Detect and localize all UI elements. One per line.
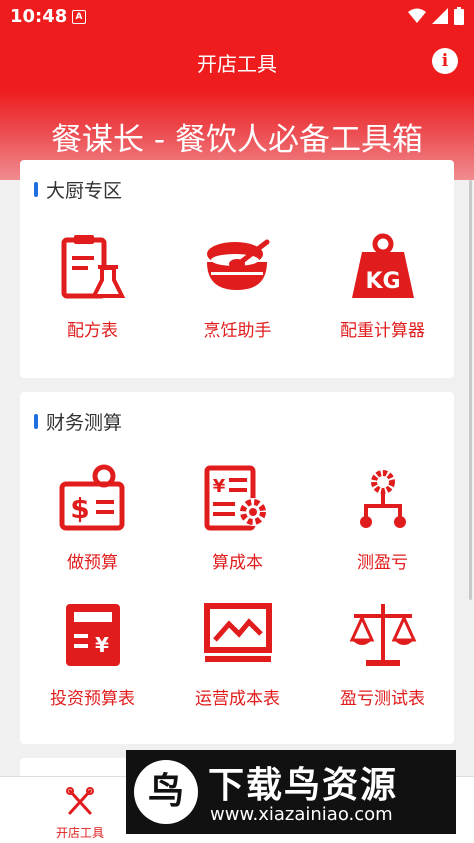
tool-weight-calculator[interactable]: KG 配重计算器: [310, 232, 455, 341]
svg-text:$: $: [70, 492, 89, 525]
status-time: 10:48: [10, 6, 68, 27]
tool-recipe[interactable]: 配方表: [20, 232, 165, 341]
status-icons: [408, 7, 464, 25]
finance-section-card: 财务测算 $ 做预算 ¥ 算成本 测盈亏 ¥ 投资预算表 运营成本表 盈亏测试表: [20, 392, 454, 744]
signal-icon: [432, 8, 448, 24]
section-accent-bar: [34, 182, 38, 197]
scrollbar[interactable]: [469, 180, 472, 600]
section-title: 财务测算: [34, 408, 122, 435]
section-accent-bar: [34, 414, 38, 429]
page-title: 开店工具: [197, 52, 277, 76]
tool-operating-cost[interactable]: 运营成本表: [165, 600, 310, 709]
tool-cooking[interactable]: 烹饪助手: [165, 232, 310, 341]
recipe-clipboard-icon: [61, 235, 125, 299]
tool-label: 测盈亏: [357, 553, 408, 573]
tool-cost[interactable]: ¥ 算成本: [165, 464, 310, 573]
tool-label: 烹饪助手: [203, 321, 272, 341]
section-title-label: 财务测算: [46, 412, 123, 434]
svg-text:KG: KG: [365, 269, 400, 294]
info-icon[interactable]: i: [432, 48, 458, 74]
tool-label: 配重计算器: [340, 321, 425, 341]
tool-investment-budget[interactable]: ¥ 投资预算表: [20, 600, 165, 709]
battery-icon: [454, 7, 464, 25]
kg-weight-icon: KG: [351, 233, 414, 298]
tool-label: 配方表: [67, 321, 118, 341]
svg-text:¥: ¥: [212, 476, 225, 497]
tool-label: 做预算: [67, 553, 118, 573]
tools-wrench-icon: [66, 787, 94, 815]
tab-store-tools[interactable]: 开店工具: [30, 787, 130, 841]
app-bar: 开店工具 i: [0, 34, 474, 90]
watermark-title: 下载鸟资源: [208, 765, 399, 806]
tool-budget[interactable]: $ 做预算: [20, 464, 165, 573]
tool-profit-test[interactable]: 盈亏测试表: [310, 600, 455, 709]
investment-calculator-icon: ¥: [65, 604, 120, 666]
watermark-url: www.xiazainiao.com: [210, 804, 393, 825]
svg-text:¥: ¥: [95, 633, 109, 657]
section-title-label: 大厨专区: [46, 180, 123, 202]
balance-scale-icon: [349, 604, 416, 666]
profit-network-icon: [359, 470, 406, 528]
tab-label: 开店工具: [55, 826, 104, 840]
tool-label: 盈亏测试表: [340, 689, 425, 709]
tool-label: 投资预算表: [50, 689, 135, 709]
tool-label: 算成本: [212, 553, 263, 573]
cost-document-icon: ¥: [204, 465, 267, 531]
watermark-logo: 鸟: [134, 760, 198, 824]
status-bar: 10:48 A: [0, 0, 474, 34]
banner-title: 餐谋长 - 餐饮人必备工具箱: [51, 122, 423, 158]
wifi-icon: [408, 8, 426, 23]
tool-label: 运营成本表: [195, 689, 280, 709]
budget-money-icon: $: [59, 464, 124, 531]
section-title: 大厨专区: [34, 176, 122, 203]
cooking-bowl-icon: [206, 239, 269, 290]
notification-a-icon: A: [72, 10, 86, 24]
chef-section-card: 大厨专区 配方表 烹饪助手 KG 配重计算器: [20, 160, 454, 378]
watermark-banner: 鸟 下载鸟资源 www.xiazainiao.com: [126, 750, 456, 834]
tool-profit-loss[interactable]: 测盈亏: [310, 464, 455, 573]
operations-chart-icon: [203, 603, 272, 662]
